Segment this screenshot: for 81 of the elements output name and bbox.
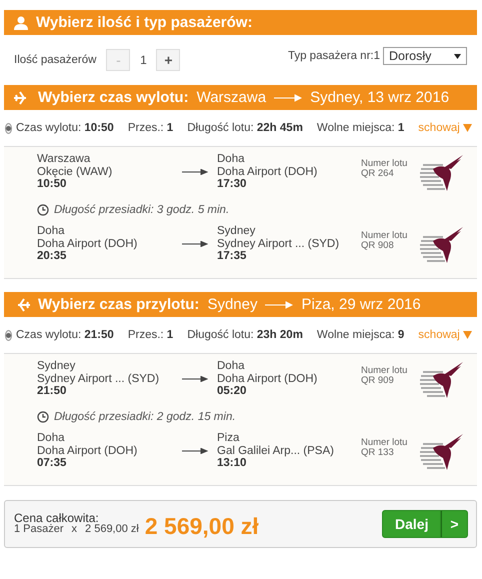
flight-number: QR 264 [361, 169, 395, 179]
flight-info: Czas wylotu: 10:50 [16, 122, 114, 134]
airport-name: Okęcie (WAW) [37, 166, 114, 178]
destination-date: Piza, 29 wrz 2016 [301, 296, 421, 313]
toggle-link[interactable]: schowaj [418, 122, 472, 134]
flight-info: Przes.: 1 [128, 122, 174, 134]
airport-name: Sydney Airport ... (SYD) [217, 238, 340, 250]
section-title: Wybierz czas wylotu: [38, 89, 189, 106]
origin-city: Sydney [207, 296, 258, 313]
passenger-count: 1 Pasażer [14, 524, 64, 535]
flight-number: QR 133 [361, 448, 395, 458]
airline-logo-icon [419, 225, 465, 265]
layover-duration: Długość przesiadki: 3 godz. 5 min. [54, 204, 230, 216]
multiply-sign: x [72, 524, 78, 535]
arrow-icon [274, 94, 302, 102]
flight-info: Długość lotu: 22h 45m [187, 122, 303, 134]
city-name: Warszawa [37, 153, 92, 166]
airport-name: Doha Airport (DOH) [37, 238, 138, 250]
airport-name: Gal Galilei Arp... (PSA) [217, 444, 335, 457]
arrival-time: 13:10 [217, 457, 248, 470]
flight-info: Wolne miejsca: 1 [316, 122, 404, 134]
city-name: Doha [37, 225, 66, 238]
field-label: Numer lotu [361, 159, 408, 169]
departure-time: 10:50 [37, 178, 68, 190]
airport-name: Doha Airport (DOH) [37, 444, 138, 457]
airline-logo-icon [419, 153, 465, 193]
radio-button[interactable] [5, 330, 12, 340]
field-label: Numer lotu [361, 366, 408, 376]
city-name: Doha [217, 153, 246, 166]
flight-info: Czas wylotu: 21:50 [16, 329, 114, 341]
unit-price: 2 569,00 zł [85, 524, 139, 535]
field-label: Ilość pasażerów [14, 54, 96, 66]
flight-info: Wolne miejsca: 9 [316, 329, 404, 341]
field-label: Numer lotu [361, 438, 408, 448]
arrow-icon [265, 300, 294, 308]
section-title: Wybierz czas przylotu: [38, 296, 200, 313]
arrow-icon [182, 169, 208, 175]
destination-date: Sydney, 13 wrz 2016 [310, 89, 450, 106]
passenger-count: 1 [139, 53, 148, 67]
departure-time: 07:35 [37, 457, 68, 470]
caret-icon [454, 54, 461, 58]
arrival-time: 05:20 [217, 385, 248, 398]
section-title: Wybierz ilość i typ pasażerów: [36, 14, 252, 31]
arrow-icon [182, 241, 208, 247]
airline-logo-icon [419, 360, 465, 400]
clock-icon [37, 411, 49, 423]
city-name: Doha [217, 360, 246, 372]
arrival-time: 17:35 [217, 250, 248, 262]
field-label: Typ pasażera nr:1 [288, 50, 380, 62]
departure-time: 21:50 [37, 385, 68, 398]
city-name: Doha [37, 432, 66, 444]
flight-info: Przes.: 1 [128, 329, 174, 341]
plus-button[interactable]: + [156, 49, 180, 71]
airline-logo-icon [419, 432, 465, 472]
caret-icon [462, 124, 472, 132]
caret-icon [462, 331, 472, 339]
next-button[interactable]: Dalej [382, 510, 441, 538]
airport-name: Doha Airport (DOH) [217, 166, 318, 178]
next-arrow-button[interactable]: > [441, 510, 468, 538]
city-name: Sydney [217, 225, 256, 238]
clock-icon [37, 204, 49, 216]
airport-name: Doha Airport (DOH) [217, 372, 318, 385]
total-price: 2 569,00 zł [144, 512, 259, 540]
arrival-time: 17:30 [217, 178, 248, 190]
price-label: Cena całkowita: [14, 513, 99, 524]
layover-duration: Długość przesiadki: 2 godz. 15 min. [54, 411, 236, 423]
passenger-type-dropdown[interactable]: Dorosły [383, 47, 467, 65]
flight-info: Długość lotu: 23h 20m [187, 329, 303, 341]
city-name: Sydney [37, 360, 76, 372]
radio-button[interactable] [5, 122, 12, 134]
flight-number: QR 908 [361, 241, 395, 251]
arrow-icon [182, 376, 208, 382]
arrow-icon [182, 448, 208, 454]
flight-number: QR 909 [361, 376, 395, 386]
city-name: Piza [217, 432, 240, 444]
departure-time: 20:35 [37, 250, 68, 262]
toggle-link[interactable]: schowaj [418, 329, 472, 341]
field-label: Numer lotu [361, 231, 408, 241]
origin-city: Warszawa [196, 89, 266, 106]
airport-name: Sydney Airport ... (SYD) [37, 372, 160, 385]
person-icon [14, 16, 28, 30]
